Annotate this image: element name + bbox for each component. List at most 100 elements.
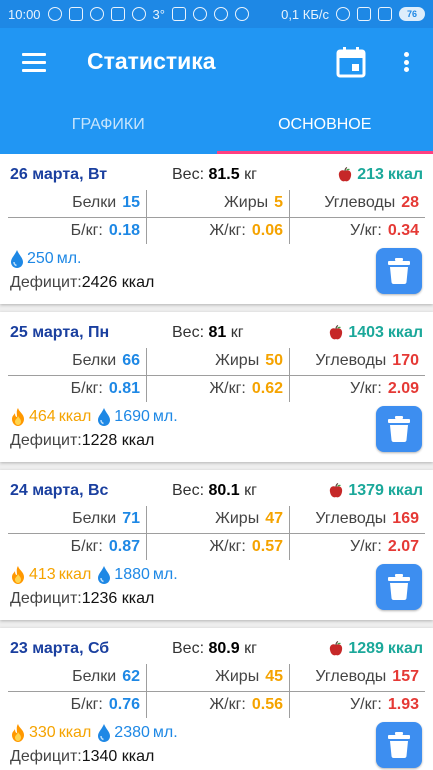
protein-value: 66: [122, 352, 140, 369]
carbs-per-kg-value: 1.93: [387, 696, 419, 713]
day-date: 24 марта, Вс: [10, 482, 109, 499]
status-bar-left: 10:00 3°: [8, 7, 249, 22]
fat-per-kg-cell: Ж/кг: 0.62: [146, 376, 289, 402]
menu-icon[interactable]: [22, 53, 46, 73]
at-sign-icon: [131, 7, 146, 21]
browser-icon: [234, 7, 249, 21]
weight-unit: кг: [244, 166, 257, 183]
protein-per-kg-cell: Б/кг: 0.76: [8, 692, 146, 718]
delete-day-button[interactable]: [376, 722, 422, 768]
fat-value: 5: [274, 194, 283, 211]
day-header: 26 марта, Вт Вес: 81.5 кг 213 ккал: [10, 166, 423, 188]
day-header: 24 марта, Вс Вес: 80.1 кг 1379 ккал: [10, 482, 423, 504]
fire-icon: [12, 408, 24, 426]
more-vert-icon[interactable]: [398, 50, 414, 74]
instagram-icon: [89, 7, 104, 21]
weight-value: 81: [208, 324, 227, 341]
fat-per-kg-value: 0.56: [251, 696, 283, 713]
vk-icon: [68, 7, 83, 21]
carbs-per-kg-cell: У/кг: 0.34: [289, 218, 425, 244]
protein-cell: Белки 71: [8, 506, 146, 532]
delete-day-button[interactable]: [376, 564, 422, 610]
day-list[interactable]: 26 марта, Вт Вес: 81.5 кг 213 ккал Белки…: [0, 154, 433, 770]
carbs-per-kg-cell: У/кг: 2.07: [289, 534, 425, 560]
water-unit: мл.: [152, 408, 178, 425]
tools-icon: [171, 7, 186, 21]
water-value: 2380: [114, 724, 150, 741]
water-value: 250: [27, 250, 54, 267]
water-drop-icon: [98, 408, 111, 426]
deficit-line: Дефицит:1236 ккал: [10, 590, 154, 608]
grid-divider: [8, 375, 425, 376]
water-value: 1880: [114, 566, 150, 583]
carbs-label: Углеводы: [315, 510, 387, 527]
carbs-label: Углеводы: [315, 668, 387, 685]
fire-icon: [12, 724, 24, 742]
kcal-value: 1403: [348, 324, 384, 341]
delete-day-button[interactable]: [376, 406, 422, 452]
tab-main[interactable]: ОСНОВНОЕ: [216, 98, 433, 154]
weight-value: 80.1: [208, 482, 240, 499]
water-intake: 2380 мл.: [97, 724, 178, 742]
protein-value: 15: [122, 194, 140, 211]
tab-charts[interactable]: ГРАФИКИ: [0, 98, 217, 154]
status-bar: 10:00 3° 0,1 КБ/с 76: [0, 0, 433, 28]
weight-label: Вес:: [172, 482, 205, 499]
activity-line: 413 ккал 1880 мл.: [10, 566, 178, 584]
app-icon: [213, 7, 228, 21]
weight-label: Вес:: [172, 640, 205, 657]
water-drop-icon: [98, 724, 111, 742]
calendar-icon[interactable]: [336, 46, 366, 78]
carbs-per-kg-label: У/кг:: [349, 380, 382, 397]
protein-per-kg-value: 0.76: [108, 696, 140, 713]
carbs-cell: Углеводы 169: [289, 506, 425, 532]
carbs-per-kg-label: У/кг:: [349, 222, 382, 239]
burned-value: 330: [29, 724, 56, 741]
carbs-cell: Углеводы 157: [289, 664, 425, 690]
grid-divider: [8, 533, 425, 534]
day-kcal: 1403 ккал: [328, 324, 423, 342]
delete-day-button[interactable]: [376, 248, 422, 294]
protein-per-kg-value: 0.81: [108, 380, 140, 397]
carbs-cell: Углеводы 28: [289, 190, 425, 216]
water-intake: 1690 мл.: [97, 408, 178, 426]
day-kcal: 1379 ккал: [328, 482, 423, 500]
deficit-label: Дефицит:: [10, 590, 82, 607]
kcal-unit: ккал: [387, 324, 423, 341]
protein-per-kg-label: Б/кг:: [70, 380, 103, 397]
activity-line: 330 ккал 2380 мл.: [10, 724, 178, 742]
fat-label: Жиры: [215, 510, 260, 527]
carbs-value: 170: [392, 352, 419, 369]
status-temperature: 3°: [152, 6, 165, 22]
day-kcal: 213 ккал: [337, 166, 423, 184]
protein-per-kg-label: Б/кг:: [70, 696, 103, 713]
protein-per-kg-cell: Б/кг: 0.18: [8, 218, 146, 244]
burned-value: 464: [29, 408, 56, 425]
carbs-per-kg-label: У/кг:: [349, 696, 382, 713]
fat-per-kg-cell: Ж/кг: 0.56: [146, 692, 289, 718]
apple-icon: [330, 483, 343, 498]
protein-value: 71: [122, 510, 140, 527]
protein-per-kg-value: 0.18: [108, 222, 140, 239]
fat-cell: Жиры 47: [146, 506, 289, 532]
status-net-speed: 0,1 КБ/с: [281, 6, 329, 22]
viber-icon: [47, 7, 62, 21]
fat-per-kg-value: 0.57: [251, 538, 283, 555]
burned-value: 413: [29, 566, 56, 583]
macro-grid: Белки 62 Жиры 45 Углеводы 157 Б/кг: 0.76…: [8, 664, 425, 718]
carbs-label: Углеводы: [315, 352, 387, 369]
day-card: 26 марта, Вт Вес: 81.5 кг 213 ккал Белки…: [0, 154, 433, 304]
trash-icon: [388, 416, 410, 442]
activity-line: 250 мл.: [10, 250, 81, 268]
protein-per-kg-label: Б/кг:: [70, 538, 103, 555]
protein-per-kg-label: Б/кг:: [70, 222, 103, 239]
protein-per-kg-value: 0.87: [108, 538, 140, 555]
kcal-unit: ккал: [387, 166, 423, 183]
fat-cell: Жиры 50: [146, 348, 289, 374]
page-title: Статистика: [87, 48, 216, 74]
protein-per-kg-cell: Б/кг: 0.81: [8, 376, 146, 402]
day-weight: Вес: 80.1 кг: [172, 482, 257, 500]
day-date: 25 марта, Пн: [10, 324, 110, 341]
water-value: 1690: [114, 408, 150, 425]
deficit-value: 1236 ккал: [81, 590, 155, 607]
